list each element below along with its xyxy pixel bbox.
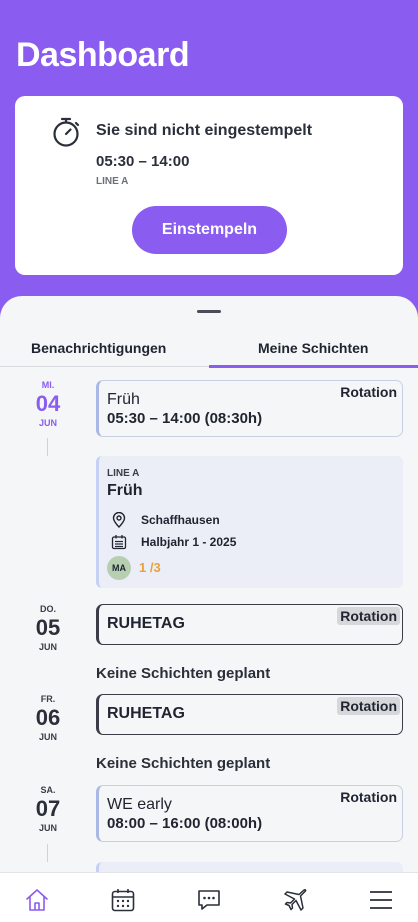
day-weekday: SA. — [40, 785, 56, 795]
clock-in-button[interactable]: Einstempeln — [132, 206, 287, 254]
stopwatch-icon — [53, 117, 80, 147]
day-month: JUN — [38, 642, 57, 652]
home-icon — [26, 889, 48, 911]
drag-handle[interactable] — [197, 310, 221, 313]
clock-in-card: Sie sind nicht eingestempelt 05:30 – 14:… — [15, 96, 403, 275]
detail-location-text: Schaffhausen — [141, 513, 220, 527]
detail-line: LINE A — [107, 468, 140, 479]
shift-name: Früh — [107, 391, 140, 408]
no-shifts-note: Keine Schichten geplant — [96, 755, 271, 772]
day-month: JUN — [38, 823, 57, 833]
shift-times: 08:00 – 16:00 (08:00h) — [107, 815, 263, 832]
day-label: DO. 05 JUN — [22, 604, 74, 652]
clock-status: Sie sind nicht eingestempelt — [96, 122, 313, 139]
day-label: FR. 06 JUN — [22, 694, 74, 742]
day-number: 04 — [35, 391, 61, 416]
chat-icon — [198, 890, 220, 910]
nav-chat[interactable] — [196, 887, 222, 913]
staffing-count: 1 /3 — [139, 560, 161, 575]
tab-my-shifts[interactable]: Meine Schichten — [258, 340, 368, 356]
day-number: 05 — [35, 615, 61, 640]
detail-shift-name: Früh — [107, 482, 143, 499]
nav-calendar[interactable] — [110, 887, 136, 913]
rotation-badge: Rotation — [340, 789, 397, 805]
day-label: SA. 07 JUN — [22, 785, 74, 833]
shift-name: RUHETAG — [107, 615, 185, 632]
nav-menu[interactable] — [368, 887, 394, 913]
plane-icon — [284, 889, 307, 911]
calendar-list-icon — [111, 535, 127, 550]
location-pin-icon — [112, 512, 126, 528]
shift-card[interactable]: RUHETAG Rotation — [96, 694, 403, 735]
shift-sheet: Benachrichtigungen Meine Schichten MI. 0… — [0, 296, 418, 922]
shift-card[interactable]: Früh 05:30 – 14:00 (08:30h) Rotation — [96, 380, 403, 437]
nav-home[interactable] — [24, 887, 50, 913]
rotation-badge: Rotation — [337, 697, 400, 715]
clock-line: LINE A — [96, 176, 129, 187]
day-weekday: MI. — [41, 380, 55, 390]
tab-bar: Benachrichtigungen Meine Schichten — [0, 326, 418, 368]
shift-card[interactable]: RUHETAG Rotation — [96, 604, 403, 645]
rotation-badge: Rotation — [337, 607, 400, 625]
timeline-line — [47, 438, 48, 456]
shift-name: WE early — [107, 796, 172, 813]
day-number: 06 — [35, 705, 61, 730]
clock-time: 05:30 – 14:00 — [96, 153, 190, 170]
calendar-icon — [111, 889, 135, 912]
no-shifts-note: Keine Schichten geplant — [96, 665, 271, 682]
menu-icon — [370, 891, 392, 909]
timeline-line — [47, 844, 48, 862]
day-weekday: DO. — [39, 604, 56, 614]
day-month: JUN — [38, 732, 57, 742]
shift-card[interactable]: WE early 08:00 – 16:00 (08:00h) Rotation — [96, 785, 403, 842]
bottom-nav — [0, 872, 418, 922]
avatar: MA — [107, 556, 131, 580]
rotation-badge: Rotation — [340, 384, 397, 400]
day-weekday: FR. — [40, 694, 56, 704]
shift-times: 05:30 – 14:00 (08:30h) — [107, 410, 263, 427]
shift-detail-card[interactable]: LINE A Früh Schaffhausen Halbjahr 1 - 20… — [96, 456, 403, 588]
page-title: Dashboard — [16, 36, 190, 74]
nav-absences[interactable] — [282, 887, 308, 913]
shift-name: RUHETAG — [107, 705, 185, 722]
tab-active-indicator — [209, 365, 418, 368]
detail-period-text: Halbjahr 1 - 2025 — [141, 535, 237, 549]
day-label: MI. 04 JUN — [22, 380, 74, 428]
day-month: JUN — [38, 418, 57, 428]
tab-notifications[interactable]: Benachrichtigungen — [31, 340, 166, 356]
day-number: 07 — [35, 796, 61, 821]
